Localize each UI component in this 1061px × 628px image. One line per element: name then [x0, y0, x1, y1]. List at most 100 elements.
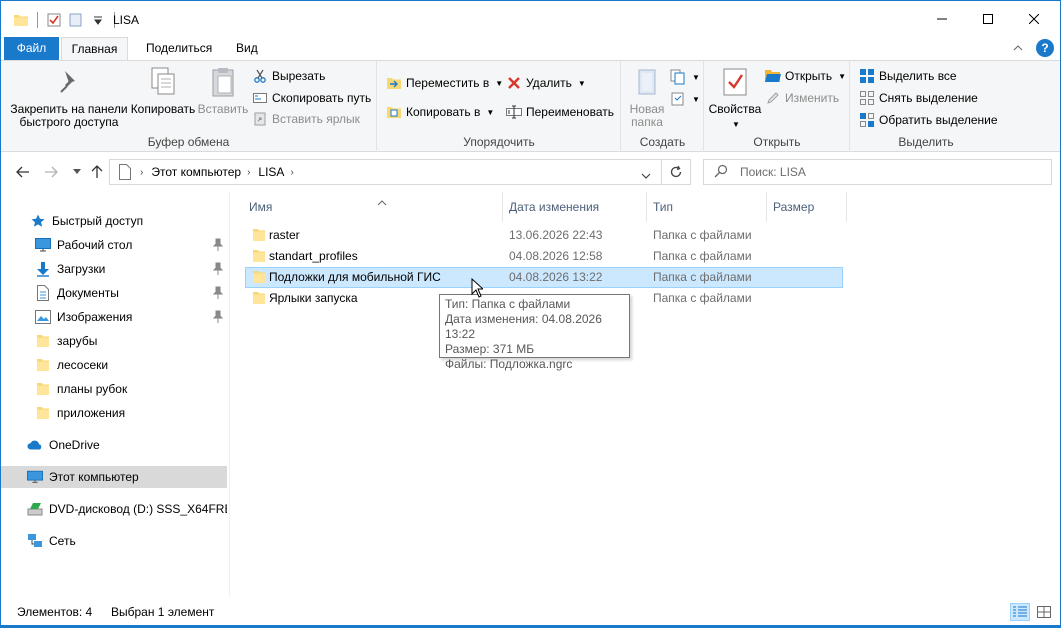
scissors-icon	[252, 68, 268, 84]
chevron-right-icon: ›	[247, 166, 251, 178]
sidebar-item-downloads[interactable]: Загрузки	[1, 258, 227, 280]
new-folder-qat-icon[interactable]	[66, 10, 86, 30]
folder-icon	[35, 405, 51, 421]
file-name: Ярлыки запуска	[269, 291, 358, 305]
rename-button[interactable]: Переименовать	[506, 102, 614, 122]
group-clipboard-label: Буфер обмена	[147, 135, 230, 149]
invert-selection-label: Обратить выделение	[879, 113, 998, 127]
pin-quick-access-button[interactable]: Закрепить на панели быстрого доступа	[9, 65, 129, 129]
column-header-size[interactable]: Размер	[765, 192, 847, 222]
chevron-down-icon: ▼	[692, 94, 700, 104]
nav-label: Быстрый доступ	[52, 214, 144, 228]
computer-icon	[27, 469, 43, 485]
page-icon	[110, 164, 140, 180]
edit-icon	[765, 90, 781, 106]
sidebar-item-zaruby[interactable]: зарубы	[1, 330, 227, 352]
chevron-right-icon: ›	[140, 166, 144, 178]
nav-label: Загрузки	[57, 262, 106, 276]
copy-button[interactable]: Копировать	[129, 65, 197, 116]
copy-label: Копировать	[130, 102, 196, 116]
nav-label: OneDrive	[49, 438, 100, 452]
sidebar-item-prilozheniya[interactable]: приложения	[1, 402, 227, 424]
breadcrumb-this-pc[interactable]: Этот компьютер	[151, 165, 241, 179]
folder-icon	[252, 228, 266, 242]
customize-qat-icon[interactable]	[88, 10, 108, 30]
tab-file[interactable]: Файл	[4, 37, 59, 60]
large-icons-view-icon[interactable]	[1034, 603, 1054, 621]
delete-button[interactable]: Удалить ▼	[506, 73, 586, 93]
chevron-right-icon: ›	[290, 166, 294, 178]
column-header-date[interactable]: Дата изменения	[501, 192, 647, 222]
paste-shortcut-button[interactable]: Вставить ярлык	[252, 109, 360, 129]
rename-label: Переименовать	[526, 105, 614, 119]
properties-qat-icon[interactable]	[44, 10, 64, 30]
minimize-button[interactable]	[919, 1, 965, 37]
mouse-pointer-icon	[471, 277, 485, 298]
address-dropdown-icon[interactable]	[641, 168, 651, 182]
details-view-icon[interactable]	[1010, 603, 1030, 621]
address-bar[interactable]: › Этот компьютер › LISA ›	[109, 159, 662, 185]
table-row-selected[interactable]: Подложки для мобильной ГИС 04.08.2026 13…	[245, 267, 843, 288]
new-item-button[interactable]: ▼	[670, 67, 700, 87]
tab-view[interactable]: Вид	[224, 37, 270, 60]
search-input[interactable]: Поиск: LISA	[703, 159, 1052, 185]
cloud-icon	[27, 437, 43, 453]
nav-network[interactable]: Сеть	[1, 530, 227, 552]
open-button[interactable]: Открыть ▼	[765, 66, 846, 86]
tab-home[interactable]: Главная	[61, 37, 128, 61]
sidebar-item-lesoseki[interactable]: лесосеки	[1, 354, 227, 376]
breadcrumb-lisa[interactable]: LISA	[258, 165, 284, 179]
easy-access-button[interactable]: ▼	[670, 89, 700, 109]
nav-label: зарубы	[57, 334, 98, 348]
forward-arrow-icon[interactable]	[41, 162, 61, 182]
recent-locations-icon[interactable]	[67, 162, 87, 182]
paste-button[interactable]: Вставить	[197, 65, 249, 116]
maximize-button[interactable]	[965, 1, 1011, 37]
folder-icon	[252, 249, 266, 263]
sidebar-item-desktop[interactable]: Рабочий стол	[1, 234, 227, 256]
move-to-button[interactable]: Переместить в ▼	[386, 73, 503, 93]
select-none-button[interactable]: Снять выделение	[859, 88, 978, 108]
open-label: Открыть	[785, 69, 833, 83]
navigation-pane: Быстрый доступ Рабочий стол Загрузки Док…	[1, 192, 230, 597]
help-icon[interactable]: ?	[1036, 39, 1054, 57]
file-type: Папка с файлами	[653, 228, 752, 242]
nav-this-pc[interactable]: Этот компьютер	[1, 466, 227, 488]
nav-onedrive[interactable]: OneDrive	[1, 434, 227, 456]
file-date: 04.08.2026 12:58	[509, 249, 603, 263]
back-arrow-icon[interactable]	[13, 162, 33, 182]
sidebar-item-documents[interactable]: Документы	[1, 282, 227, 304]
invert-selection-button[interactable]: Обратить выделение	[859, 110, 998, 130]
new-folder-button[interactable]: Новая папка	[624, 65, 670, 129]
close-button[interactable]	[1011, 1, 1057, 37]
copy-to-label: Копировать в	[406, 105, 481, 119]
cut-button[interactable]: Вырезать	[252, 66, 325, 86]
refresh-button[interactable]	[661, 159, 691, 185]
group-new: Новая папка ▼ ▼ Создать	[622, 61, 704, 152]
tab-share[interactable]: Поделиться	[134, 37, 224, 60]
group-select: Выделить все Снять выделение Обратить вы…	[851, 61, 1001, 152]
copy-path-button[interactable]: Скопировать путь	[252, 88, 371, 108]
open-folder-icon	[765, 68, 781, 84]
up-arrow-icon[interactable]	[87, 162, 107, 182]
tooltip-date: Дата изменения: 04.08.2026 13:22	[445, 312, 602, 341]
sidebar-item-plany-rubok[interactable]: планы рубок	[1, 378, 227, 400]
table-row[interactable]: raster 13.06.2026 22:43 Папка с файлами	[245, 225, 843, 246]
sidebar-item-pictures[interactable]: Изображения	[1, 306, 227, 328]
collapse-ribbon-icon[interactable]	[1010, 40, 1026, 56]
new-folder-label-line2: папка	[631, 115, 663, 129]
chevron-down-icon: ▼	[486, 107, 495, 117]
nav-dvd-drive[interactable]: DVD-дисковод (D:) SSS_X64FRE_R	[1, 498, 227, 520]
navigation-bar: › Этот компьютер › LISA › Поиск: LISA	[1, 152, 1060, 192]
properties-button[interactable]: Свойства ▼	[707, 65, 763, 131]
select-all-button[interactable]: Выделить все	[859, 66, 957, 86]
copy-to-button[interactable]: Копировать в ▼	[386, 102, 494, 122]
search-placeholder: Поиск: LISA	[740, 165, 806, 179]
table-row[interactable]: standart_profiles 04.08.2026 12:58 Папка…	[245, 246, 843, 267]
explorer-window: LISA Файл Главная Поделиться Вид ? Закре…	[0, 0, 1061, 628]
column-header-name[interactable]: Имя	[241, 192, 503, 222]
nav-quick-access[interactable]: Быстрый доступ	[1, 210, 227, 232]
column-header-type[interactable]: Тип	[645, 192, 767, 222]
document-icon	[35, 285, 51, 301]
edit-button[interactable]: Изменить	[765, 88, 839, 108]
